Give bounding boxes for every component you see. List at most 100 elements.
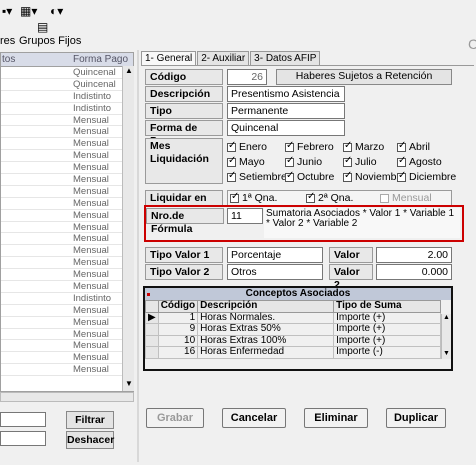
filter-input-1[interactable] — [0, 412, 46, 427]
conceptos-scroll-up-icon[interactable]: ▲ — [443, 314, 450, 321]
forma-pago-cell: Indistinto — [73, 292, 112, 304]
tipo-suma-column-header[interactable]: Tipo de Suma — [333, 300, 441, 313]
month-checkbox-octubre[interactable]: Octubre — [285, 170, 334, 183]
list-item[interactable]: Mensual — [1, 305, 133, 317]
valor2-label: Valor 2 — [329, 264, 373, 291]
month-checkbox-febrero[interactable]: Febrero — [285, 140, 334, 153]
list-item[interactable]: Mensual — [1, 245, 133, 258]
descripcion-column-header[interactable]: Descripción — [197, 300, 335, 313]
list-item[interactable]: Mensual — [1, 222, 133, 234]
list-item[interactable]: Quincenal — [1, 67, 133, 79]
table-row[interactable]: 10 Horas Extras 100% Importe (+) — [145, 334, 441, 347]
list-item[interactable]: Mensual — [1, 352, 133, 365]
list-item[interactable]: Mensual — [1, 269, 133, 282]
horizontal-scrollbar[interactable] — [0, 392, 134, 402]
grabar-button[interactable]: Grabar — [146, 408, 204, 428]
list-item[interactable]: Mensual — [1, 115, 133, 127]
tipo-suma-cell: Importe (+) — [333, 311, 441, 324]
formula-number-field[interactable]: 11 — [227, 208, 263, 224]
tipo-valor2-field[interactable]: Otros — [227, 264, 323, 280]
month-checkbox-agosto[interactable]: Agosto — [397, 155, 442, 168]
tab-datos-afip[interactable]: 3- Datos AFIP — [250, 51, 321, 66]
calendar-tool-icon[interactable]: ▦▾ — [20, 4, 37, 18]
conceptos-scroll-down-icon[interactable]: ▼ — [443, 350, 450, 357]
codigo-field[interactable]: 26 — [227, 69, 267, 85]
month-checkbox-mayo[interactable]: Mayo — [227, 155, 265, 168]
list-item[interactable]: Quincenal — [1, 79, 133, 91]
grupos-fijos-button[interactable]: Grupos Fijos — [19, 35, 81, 47]
eliminar-button[interactable]: Eliminar — [304, 408, 368, 428]
list-item[interactable]: Mensual — [1, 174, 133, 186]
list-scrollbar[interactable]: ▲ ▼ — [122, 66, 134, 391]
tab-general[interactable]: 1- General — [141, 51, 197, 66]
forma-pago-cell: Mensual — [73, 340, 109, 352]
forma-pago-cell: Indistinto — [73, 90, 112, 102]
list-item[interactable]: Mensual — [1, 364, 133, 377]
forma-pago-column-header[interactable]: Forma Pago — [73, 54, 128, 65]
conceptos-asociados-box: Conceptos Asociados Código Descripción T… — [143, 286, 453, 371]
table-row[interactable]: ▶ 1 Horas Normales. Importe (+) — [145, 311, 441, 324]
toolbar-label-partial[interactable]: res — [0, 35, 15, 47]
list-item[interactable]: Mensual — [1, 210, 133, 222]
month-checkbox-marzo[interactable]: Marzo — [343, 140, 384, 153]
list-item[interactable]: Mensual — [1, 138, 133, 151]
qna2-label: 2ª Qna. — [318, 192, 354, 204]
list-item[interactable]: Indistinto — [1, 91, 133, 103]
tipo-label: Tipo — [145, 103, 223, 119]
list-item[interactable]: Mensual — [1, 198, 133, 210]
list-item[interactable]: Indistinto — [1, 293, 133, 305]
cancelar-button[interactable]: Cancelar — [222, 408, 286, 428]
splitter[interactable] — [137, 50, 139, 462]
list-item[interactable]: Mensual — [1, 329, 133, 341]
codigo-cell: 16 — [157, 346, 199, 359]
window-edge-letter: C — [468, 36, 476, 52]
table-row[interactable]: 16 Horas Enfermedad Importe (-) — [145, 346, 441, 359]
list-item[interactable]: Mensual — [1, 126, 133, 139]
deshacer-button[interactable]: Deshacer — [66, 431, 114, 449]
mensual-checkbox[interactable]: Mensual — [380, 192, 432, 204]
grupos-fijos-icon: ▤ — [37, 20, 49, 34]
tab-auxiliar[interactable]: 2- Auxiliar — [197, 51, 250, 66]
list-item[interactable]: Indistinto — [1, 103, 133, 115]
valor2-field[interactable]: 0.000 — [376, 264, 452, 280]
qna1-checkbox[interactable]: 1ª Qna. — [230, 191, 277, 204]
month-checkbox-setiembre[interactable]: Setiembre — [227, 170, 287, 183]
tipo-valor1-field[interactable]: Porcentaje — [227, 247, 323, 263]
filtrar-button[interactable]: Filtrar — [66, 411, 114, 429]
list-item[interactable]: Mensual — [1, 317, 133, 329]
codigo-column-header[interactable]: Código — [157, 300, 199, 313]
tipo-field[interactable]: Permanente — [227, 103, 345, 119]
list-item[interactable]: Mensual — [1, 281, 133, 293]
list-item[interactable]: Mensual — [1, 233, 133, 246]
duplicar-button[interactable]: Duplicar — [386, 408, 446, 428]
month-checkbox-junio[interactable]: Junio — [285, 155, 322, 168]
qna2-checkbox[interactable]: 2ª Qna. — [306, 191, 354, 204]
scroll-down-icon[interactable]: ▼ — [125, 379, 133, 388]
checkbox-icon — [285, 170, 294, 182]
forma-pago-cell: Mensual — [73, 257, 109, 269]
scroll-up-icon[interactable]: ▲ — [125, 66, 133, 75]
dropdown-tool-icon[interactable]: ▪▾ — [2, 4, 12, 18]
conceptos-table[interactable]: Código Descripción Tipo de Suma ▶ 1 Horas … — [145, 300, 441, 359]
checkbox-icon — [227, 155, 236, 167]
concepts-list-grid[interactable]: tos Forma Pago Quincenal Quincenal Indisti… — [0, 52, 134, 392]
forma-pago-field[interactable]: Quincenal — [227, 120, 345, 136]
forma-pago-cell: Mensual — [73, 174, 109, 186]
month-label: Diciembre — [409, 171, 457, 183]
month-checkbox-abril[interactable]: Abril — [397, 140, 430, 153]
filter-input-2[interactable] — [0, 431, 46, 446]
month-checkbox-julio[interactable]: Julio — [343, 155, 377, 168]
list-item[interactable]: Mensual — [1, 340, 133, 353]
list-item[interactable]: Mensual — [1, 150, 133, 163]
list-item[interactable]: Mensual — [1, 257, 133, 270]
list-item[interactable]: Mensual — [1, 162, 133, 175]
conceptos-scrollbar[interactable]: ▲ ▼ — [441, 314, 451, 359]
forma-pago-cell: Mensual — [73, 197, 109, 209]
settings-tool-icon[interactable]: ◐▾ — [50, 4, 63, 18]
valor1-field[interactable]: 2.00 — [376, 247, 452, 263]
month-checkbox-enero[interactable]: Enero — [227, 140, 267, 153]
month-checkbox-diciembre[interactable]: Diciembre — [397, 170, 457, 183]
table-row[interactable]: 9 Horas Extras 50% Importe (+) — [145, 323, 441, 336]
descripcion-field[interactable]: Presentismo Asistencia — [227, 86, 345, 102]
list-item[interactable]: Mensual — [1, 186, 133, 198]
